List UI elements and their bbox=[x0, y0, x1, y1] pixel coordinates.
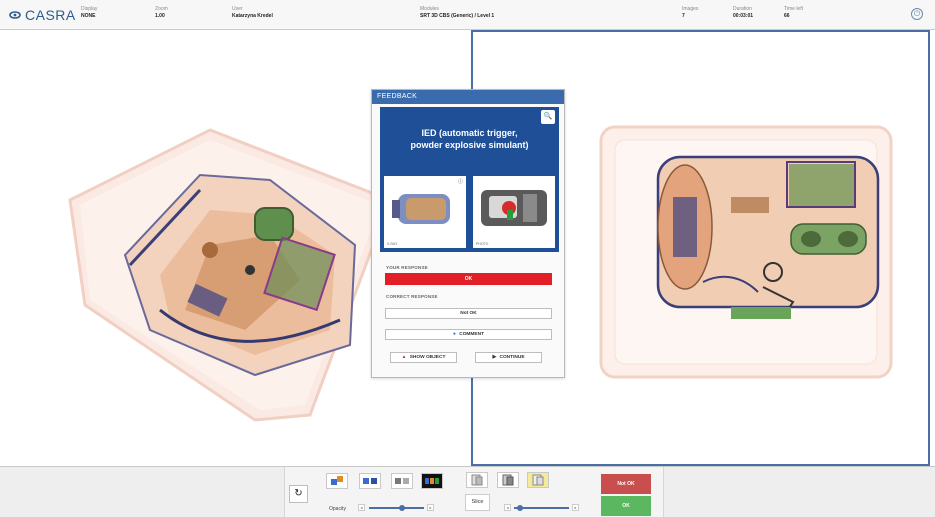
show-object-button[interactable]: ▲ SHOW OBJECT bbox=[390, 352, 457, 363]
color-mode-tool-2[interactable] bbox=[359, 473, 381, 489]
inverse-icon bbox=[425, 478, 439, 484]
info-icon[interactable]: ⓘ bbox=[458, 178, 463, 185]
feedback-header: FEEDBACK bbox=[372, 90, 564, 104]
reset-view-button[interactable]: ↻ bbox=[289, 485, 308, 503]
opacity-slider-handle[interactable] bbox=[399, 505, 405, 511]
your-response-value: OK bbox=[385, 273, 552, 285]
images-info: Images 7 bbox=[682, 6, 698, 20]
warning-icon: ▲ bbox=[401, 355, 407, 360]
view-icon-1 bbox=[471, 474, 483, 486]
your-response-label: YOUR RESPONSE bbox=[386, 265, 428, 270]
modules-info: Modules SRT 3D CBS (Generic) / Level 1 bbox=[420, 6, 494, 20]
ied-xray-image bbox=[392, 194, 450, 224]
time-left-value: 66 bbox=[784, 13, 790, 19]
xray-thumbnail[interactable]: ⓘ X-RAY bbox=[384, 176, 466, 248]
ied-photo-image bbox=[481, 190, 547, 226]
feedback-dialog: FEEDBACK 🔍 IED (automatic trigger, powde… bbox=[371, 89, 565, 378]
display-label: Display bbox=[81, 6, 98, 12]
threat-card: 🔍 IED (automatic trigger, powder explosi… bbox=[380, 107, 559, 252]
chevron-right-icon: ▸ bbox=[429, 505, 432, 510]
color-mode-icon-1 bbox=[331, 476, 343, 485]
correct-response-label: CORRECT RESPONSE bbox=[386, 294, 438, 299]
power-icon: ⏻ bbox=[913, 9, 921, 18]
duration-value: 00:03:01 bbox=[733, 13, 754, 19]
images-value: 7 bbox=[682, 13, 685, 19]
color-mode-tool-1[interactable] bbox=[326, 473, 348, 489]
ok-button[interactable]: OK bbox=[601, 496, 651, 516]
time-left-info: Time left 66 bbox=[784, 6, 803, 20]
duration-info: Duration 00:03:01 bbox=[733, 6, 753, 20]
zoom-info: Zoom 1.00 bbox=[155, 6, 168, 20]
casra-logo: CASRA bbox=[8, 7, 76, 23]
threat-title: IED (automatic trigger, powder explosive… bbox=[380, 127, 559, 151]
comment-button[interactable]: ● COMMENT bbox=[385, 329, 552, 340]
threat-title-line2: powder explosive simulant) bbox=[410, 140, 529, 150]
photo-thumbnail[interactable]: PHOTO bbox=[473, 176, 555, 248]
photo-caption: PHOTO bbox=[476, 242, 489, 246]
comment-label: COMMENT bbox=[459, 332, 485, 337]
chevron-left-icon: ◂ bbox=[506, 505, 509, 510]
view-icon-3 bbox=[532, 474, 544, 486]
grayscale-icon bbox=[395, 478, 409, 484]
view-tool-2[interactable] bbox=[497, 472, 519, 488]
chevron-right-icon: ▸ bbox=[574, 505, 577, 510]
show-object-label: SHOW OBJECT bbox=[409, 355, 446, 360]
view-tool-3-active[interactable] bbox=[527, 472, 549, 488]
opacity-slider[interactable] bbox=[369, 507, 424, 509]
reset-icon: ↻ bbox=[294, 488, 303, 499]
duration-label: Duration bbox=[733, 6, 752, 12]
slice-button[interactable]: Slice bbox=[465, 494, 490, 511]
modules-label: Modules bbox=[420, 6, 439, 12]
opacity-label: Opacity bbox=[329, 506, 346, 512]
user-value: Katarzyna Kredel bbox=[232, 13, 273, 19]
xray-caption: X-RAY bbox=[387, 242, 398, 246]
images-label: Images bbox=[682, 6, 699, 12]
continue-button[interactable]: ▶ CONTINUE bbox=[475, 352, 542, 363]
view-icon-2 bbox=[502, 474, 514, 486]
opacity-decrease-button[interactable]: ◂ bbox=[358, 504, 365, 511]
not-ok-button[interactable]: Not OK bbox=[601, 474, 651, 494]
time-left-label: Time left bbox=[784, 6, 803, 12]
top-bar: CASRA Display NONE Zoom 1.00 User Katarz… bbox=[0, 0, 935, 30]
chevron-left-icon: ◂ bbox=[360, 505, 363, 510]
slice-slider-handle[interactable] bbox=[516, 505, 523, 511]
app-name: CASRA bbox=[25, 7, 76, 23]
zoom-label: Zoom bbox=[155, 6, 168, 12]
continue-label: CONTINUE bbox=[499, 355, 525, 360]
zoom-value: 1.00 bbox=[155, 13, 165, 19]
casra-logo-icon bbox=[9, 11, 21, 19]
display-info: Display NONE bbox=[81, 6, 97, 20]
slice-increase-button[interactable]: ▸ bbox=[572, 504, 579, 511]
comment-icon: ● bbox=[452, 332, 456, 337]
threat-title-line1: IED (automatic trigger, bbox=[421, 128, 518, 138]
zoom-button[interactable]: 🔍 bbox=[541, 110, 555, 124]
color-mode-icon-2 bbox=[363, 478, 377, 484]
modules-value: SRT 3D CBS (Generic) / Level 1 bbox=[420, 13, 495, 19]
user-info: User Katarzyna Kredel bbox=[232, 6, 273, 20]
power-button[interactable]: ⏻ bbox=[911, 8, 923, 20]
slice-decrease-button[interactable]: ◂ bbox=[504, 504, 511, 511]
grayscale-tool[interactable] bbox=[391, 473, 413, 489]
inverse-tool[interactable] bbox=[421, 473, 443, 489]
correct-response-value: Not OK bbox=[385, 308, 552, 319]
display-value: NONE bbox=[81, 13, 96, 19]
view-tool-1[interactable] bbox=[466, 472, 488, 488]
magnifier-icon: 🔍 bbox=[543, 113, 553, 120]
user-label: User bbox=[232, 6, 243, 12]
play-icon: ▶ bbox=[492, 355, 497, 360]
opacity-increase-button[interactable]: ▸ bbox=[427, 504, 434, 511]
